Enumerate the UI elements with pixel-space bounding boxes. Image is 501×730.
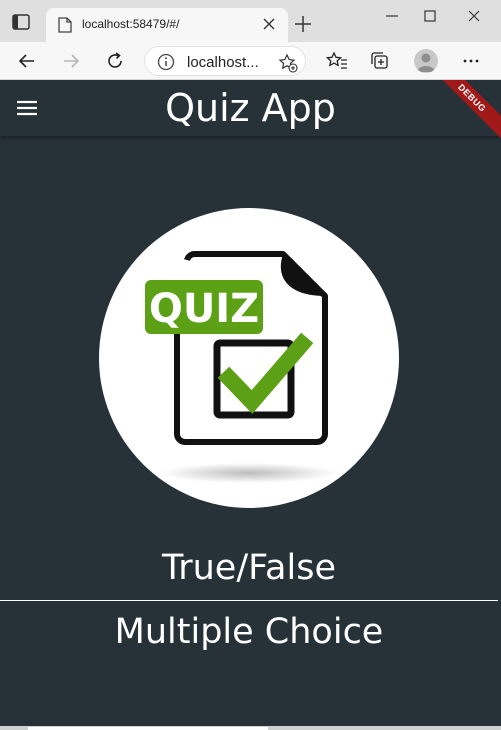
divider <box>0 600 498 601</box>
browser-toolbar: localhost... <box>0 42 501 80</box>
favorites-icon[interactable] <box>326 50 348 72</box>
arrow-right-icon[interactable] <box>60 50 82 72</box>
app-bar: Quiz App <box>0 80 501 136</box>
more-icon[interactable] <box>460 50 482 72</box>
quiz-document-icon: QUIZ <box>145 251 337 483</box>
option-multiple-choice[interactable]: Multiple Choice <box>0 612 498 652</box>
quiz-logo: QUIZ <box>99 208 399 508</box>
arrow-left-icon[interactable] <box>16 50 38 72</box>
minimize-icon[interactable] <box>382 6 402 26</box>
option-true-false[interactable]: True/False <box>0 548 498 588</box>
address-url[interactable]: localhost... <box>187 54 259 71</box>
page-title: Quiz App <box>165 86 336 130</box>
maximize-icon[interactable] <box>420 6 440 26</box>
quiz-app: Quiz App DEBUG QUIZ True/False Multiple … <box>0 80 501 726</box>
browser-tabstrip: localhost:58479/#/ <box>0 0 501 42</box>
window-close-icon[interactable] <box>464 6 484 26</box>
page-icon <box>58 17 72 33</box>
avatar-icon[interactable] <box>414 49 438 73</box>
browser-tab[interactable]: localhost:58479/#/ <box>46 8 288 42</box>
star-plus-icon[interactable] <box>278 53 298 73</box>
address-bar[interactable]: localhost... <box>144 46 306 76</box>
collections-icon[interactable] <box>369 50 391 72</box>
refresh-icon[interactable] <box>104 50 126 72</box>
tab-actions-icon[interactable] <box>12 14 30 30</box>
quiz-badge-text: QUIZ <box>149 286 259 332</box>
tab-title: localhost:58479/#/ <box>82 17 180 31</box>
plus-icon[interactable] <box>293 14 313 34</box>
info-icon[interactable] <box>157 53 175 71</box>
close-icon[interactable] <box>260 15 278 33</box>
